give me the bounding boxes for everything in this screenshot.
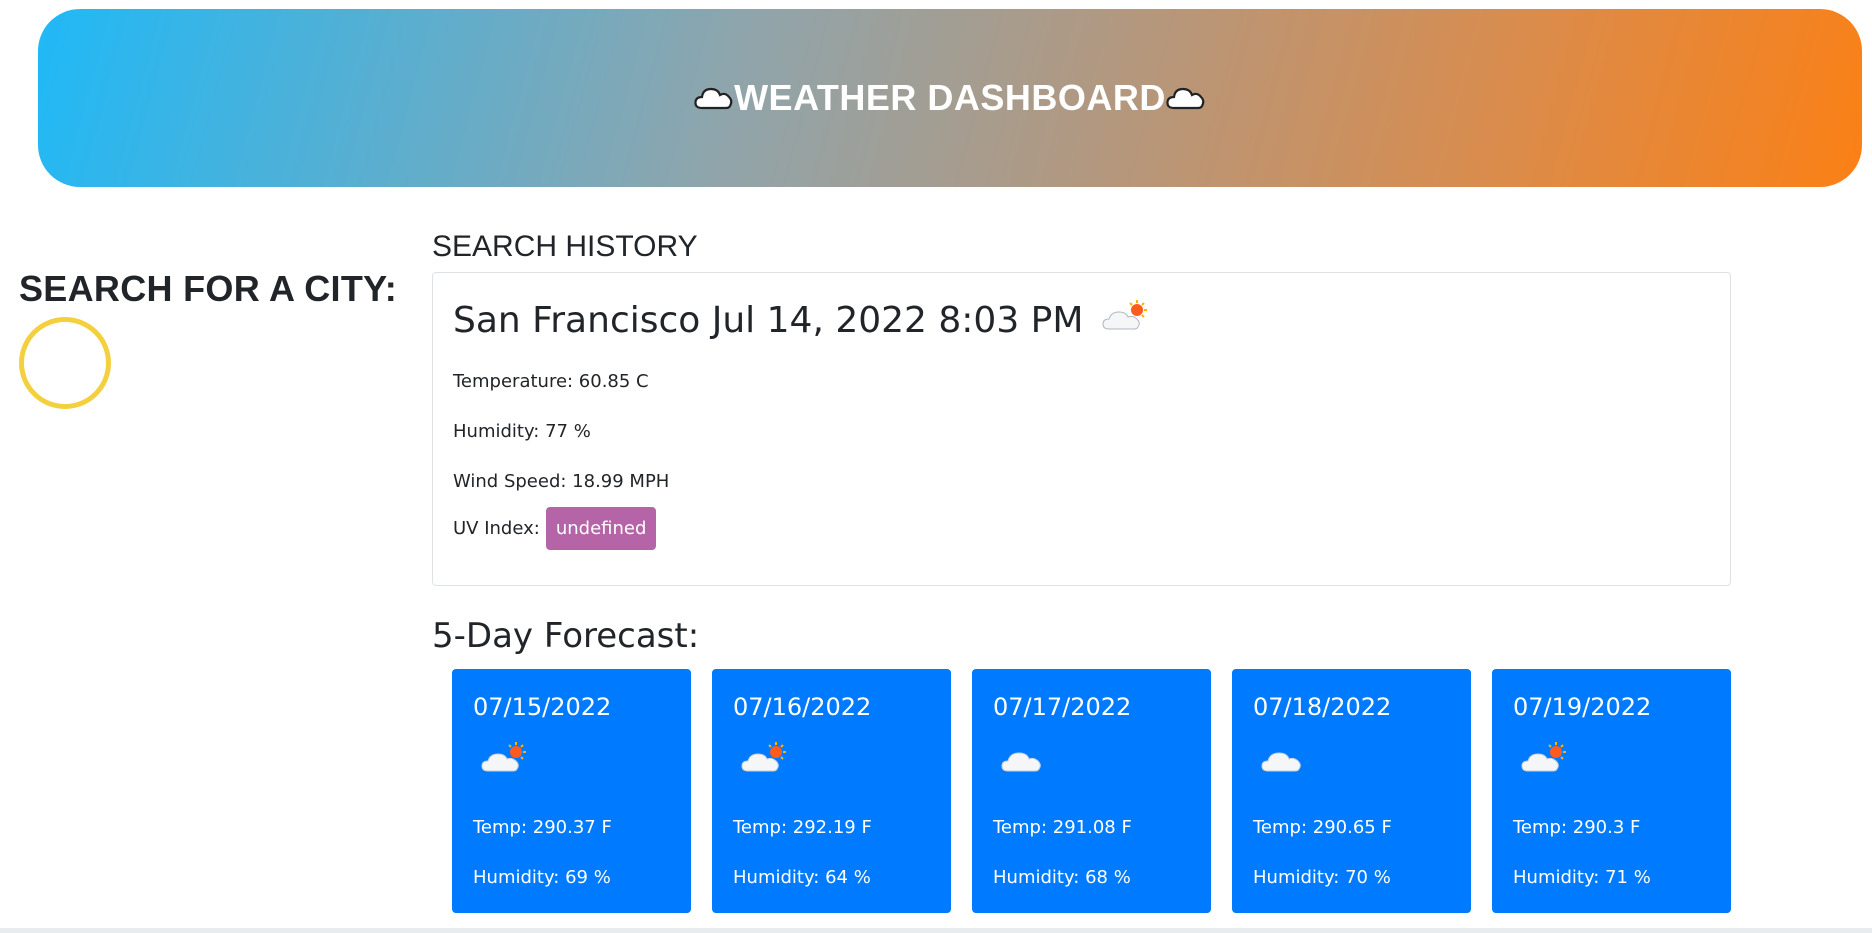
search-title: SEARCH FOR A CITY:	[19, 268, 398, 309]
current-humidity: Humidity: 77 %	[453, 421, 591, 442]
forecast-date: 07/16/2022	[733, 693, 872, 721]
partly-cloudy-icon	[739, 741, 791, 779]
header-banner: WEATHER DASHBOARD	[38, 9, 1862, 187]
partly-cloudy-icon	[1101, 299, 1151, 342]
loading-spinner	[19, 317, 111, 409]
forecast-card: 07/18/2022 Temp: 290.65 F Humidity: 70 %	[1232, 669, 1471, 913]
forecast-title: 5-Day Forecast:	[432, 616, 700, 656]
partly-cloudy-icon	[479, 741, 531, 779]
page-bottom-border	[0, 928, 1872, 933]
forecast-humidity: Humidity: 64 %	[733, 867, 871, 888]
header-title-group: WEATHER DASHBOARD	[694, 77, 1206, 119]
page-title: WEATHER DASHBOARD	[734, 77, 1166, 118]
uv-index-badge: undefined	[545, 507, 657, 550]
forecast-date: 07/15/2022	[473, 693, 612, 721]
partly-cloudy-icon	[1519, 741, 1571, 779]
current-uv-index: UV Index: undefined	[453, 507, 657, 550]
forecast-temp: Temp: 290.37 F	[473, 817, 612, 838]
forecast-card: 07/17/2022 Temp: 291.08 F Humidity: 68 %	[972, 669, 1211, 913]
forecast-humidity: Humidity: 71 %	[1513, 867, 1651, 888]
forecast-temp: Temp: 292.19 F	[733, 817, 872, 838]
forecast-date: 07/19/2022	[1513, 693, 1652, 721]
current-weather-card: San Francisco Jul 14, 2022 8:03 PM Tempe…	[432, 272, 1731, 586]
search-history-title: SEARCH HISTORY	[432, 230, 698, 263]
forecast-humidity: Humidity: 69 %	[473, 867, 611, 888]
forecast-temp: Temp: 291.08 F	[993, 817, 1132, 838]
forecast-card: 07/15/2022 Temp: 290.37 F Humidity: 69 %	[452, 669, 691, 913]
forecast-humidity: Humidity: 70 %	[1253, 867, 1391, 888]
cloud-icon	[1166, 84, 1206, 112]
forecast-temp: Temp: 290.3 F	[1513, 817, 1641, 838]
forecast-date: 07/17/2022	[993, 693, 1132, 721]
cloud-icon	[999, 741, 1051, 779]
current-wind-speed: Wind Speed: 18.99 MPH	[453, 471, 670, 492]
uv-index-label: UV Index:	[453, 518, 540, 539]
forecast-card: 07/19/2022 Temp: 290.3 F Humidity: 71 %	[1492, 669, 1731, 913]
current-city-date: San Francisco Jul 14, 2022 8:03 PM	[453, 300, 1084, 341]
cloud-icon	[694, 84, 734, 112]
forecast-temp: Temp: 290.65 F	[1253, 817, 1392, 838]
forecast-date: 07/18/2022	[1253, 693, 1392, 721]
forecast-humidity: Humidity: 68 %	[993, 867, 1131, 888]
forecast-card: 07/16/2022 Temp: 292.19 F Humidity: 64 %	[712, 669, 951, 913]
cloud-icon	[1259, 741, 1311, 779]
current-weather-heading: San Francisco Jul 14, 2022 8:03 PM	[453, 299, 1151, 342]
current-temperature: Temperature: 60.85 C	[453, 371, 649, 392]
